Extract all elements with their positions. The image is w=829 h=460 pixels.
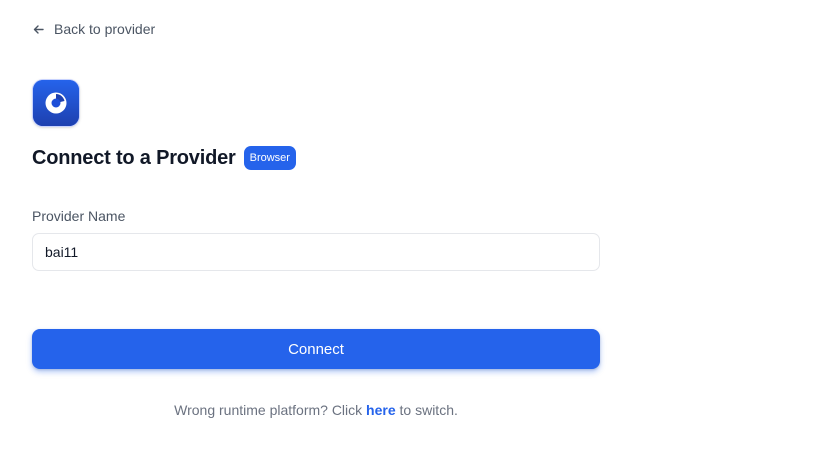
provider-name-label: Provider Name — [32, 208, 126, 224]
back-to-provider-link[interactable]: Back to provider — [32, 19, 155, 39]
switch-runtime-link[interactable]: here — [366, 402, 396, 418]
page-title: Connect to a Provider — [32, 146, 236, 169]
runtime-badge: Browser — [243, 146, 296, 170]
footer-text-after: to switch. — [395, 402, 458, 418]
footer-text-before: Wrong runtime platform? Click — [174, 402, 367, 418]
provider-logo-icon — [33, 80, 79, 126]
arrow-left-icon — [32, 23, 45, 36]
provider-name-input[interactable] — [33, 234, 599, 270]
runtime-switch-note: Wrong runtime platform? Click here to sw… — [32, 402, 600, 418]
provider-name-field-wrapper — [32, 233, 600, 271]
back-link-label: Back to provider — [54, 21, 156, 37]
connect-provider-page: Back to provider Connect to a Provider B… — [0, 0, 829, 460]
title-row: Connect to a Provider Browser — [32, 146, 296, 170]
connect-button[interactable]: Connect — [32, 329, 600, 369]
